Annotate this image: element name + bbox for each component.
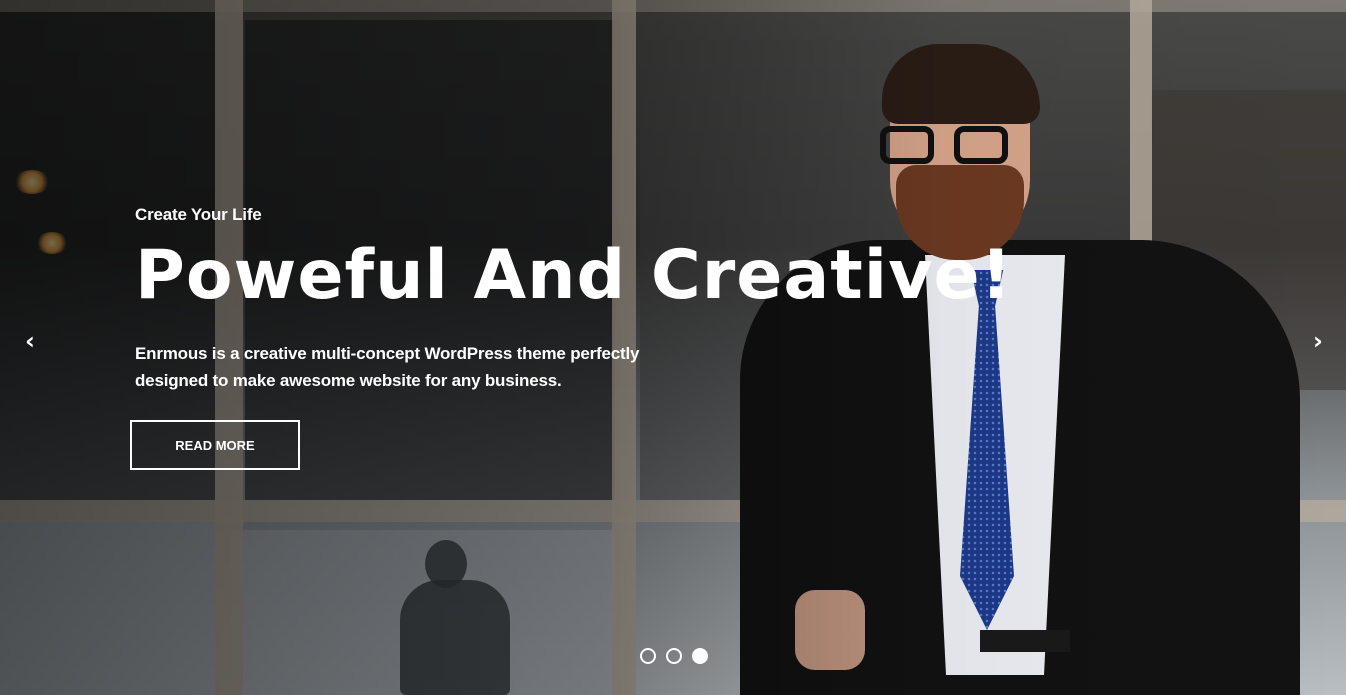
- pagination-dot-1[interactable]: [640, 648, 656, 664]
- read-more-button[interactable]: READ MORE: [130, 420, 300, 470]
- slide-subtitle: Create Your Life: [135, 205, 262, 224]
- pagination-dot-2[interactable]: [666, 648, 682, 664]
- slide-content: Create Your Life Poweful And Creative! E…: [130, 0, 1012, 695]
- slider-pagination: [640, 648, 708, 664]
- slide-description: Enrmous is a creative multi-concept Word…: [135, 340, 695, 394]
- slide-description-line: Enrmous is a creative multi-concept Word…: [135, 344, 640, 363]
- pagination-dot-3[interactable]: [692, 648, 708, 664]
- hero-slider: Create Your Life Poweful And Creative! E…: [0, 0, 1346, 695]
- slide-description-line: designed to make awesome website for any…: [135, 371, 562, 390]
- chevron-right-icon[interactable]: ›: [1303, 326, 1333, 356]
- slide-title: Poweful And Creative!: [135, 236, 1013, 315]
- chevron-left-icon[interactable]: ‹: [15, 326, 45, 356]
